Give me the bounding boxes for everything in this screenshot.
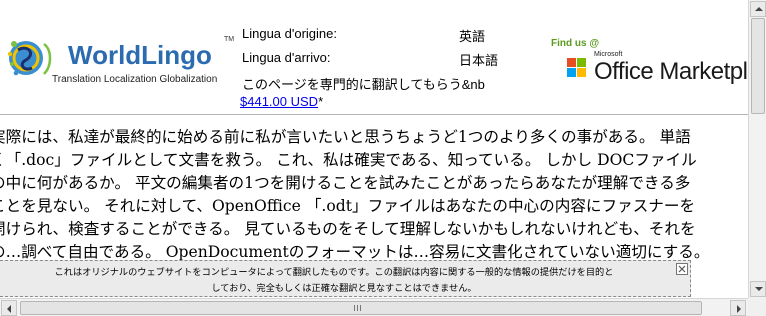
paragraph-line: く「.doc」ファイルとして文書を救う。 これ、私は確実である、知っている。 し… [0,151,697,169]
browser-viewport: WorldLingo TM Translation Localization G… [0,0,766,316]
target-language-label: Lingua d'arrivo: [242,50,331,65]
horizontal-scrollbar[interactable] [0,298,748,316]
scroll-down-button[interactable] [750,281,766,297]
scroll-left-button[interactable] [1,300,17,316]
machine-translation-disclaimer: これはオリジナルのウェブサイトをコンピュータによって翻訳したものです。この翻訳は… [0,260,691,297]
paragraph-line: ことを見ない。 それに対して、OpenOffice 「.odt」ファイルはあなた… [0,197,696,215]
logo-wordmark: WorldLingo [68,40,212,70]
translated-paragraph: 実際には、私達が最終的に始める前に私が言いたいと思うちょうど1つのより多くの事が… [0,126,730,264]
find-us-label: Find us @ [551,38,600,49]
price-asterisk: * [318,94,324,109]
office-marketplace-link[interactable]: Office Marketplace [594,58,748,86]
disclaimer-line-2: しており、完全もしくは正確な翻訳と見なすことはできません。 [211,283,477,294]
worldlingo-logo[interactable]: WorldLingo TM Translation Localization G… [4,30,234,90]
paragraph-line: 開けられ、検査することができる。 見ているものをそして理解しないかもしれないけれ… [0,220,696,238]
scroll-up-button[interactable] [750,1,766,17]
source-language-value: 英語 [459,29,486,44]
vertical-scrollbar[interactable] [748,0,766,298]
logo-trademark: TM [224,36,235,43]
price-row: $441.00 USD* [240,94,323,109]
logo-tagline: Translation Localization Globalization [52,74,218,85]
target-language-value: 日本語 [459,53,499,68]
disclaimer-line-1: これはオリジナルのウェブサイトをコンピュータによって翻訳したものです。この翻訳は… [54,267,614,278]
close-icon[interactable] [676,263,688,275]
vertical-scroll-thumb[interactable] [751,18,765,114]
price-link[interactable]: $441.00 USD [240,94,318,109]
professional-translation-text: このページを専門的に翻訳してもらう&nb [242,77,485,92]
scroll-right-button[interactable] [730,300,746,316]
source-language-label: Lingua d'origine: [242,26,337,41]
office-logo-icon[interactable] [566,50,588,86]
translation-header: WorldLingo TM Translation Localization G… [0,0,748,115]
scrollbar-corner [748,298,766,316]
paragraph-line: 実際には、私達が最終的に始める前に私が言いたいと思うちょうど1つのより多くの事が… [0,128,691,146]
horizontal-scroll-thumb[interactable] [20,301,702,315]
paragraph-line: の中に何があるか。 平文の編集者の1つを開けることを試みたことがあったらあなたが… [0,174,691,192]
microsoft-label: Microsoft [594,51,623,58]
